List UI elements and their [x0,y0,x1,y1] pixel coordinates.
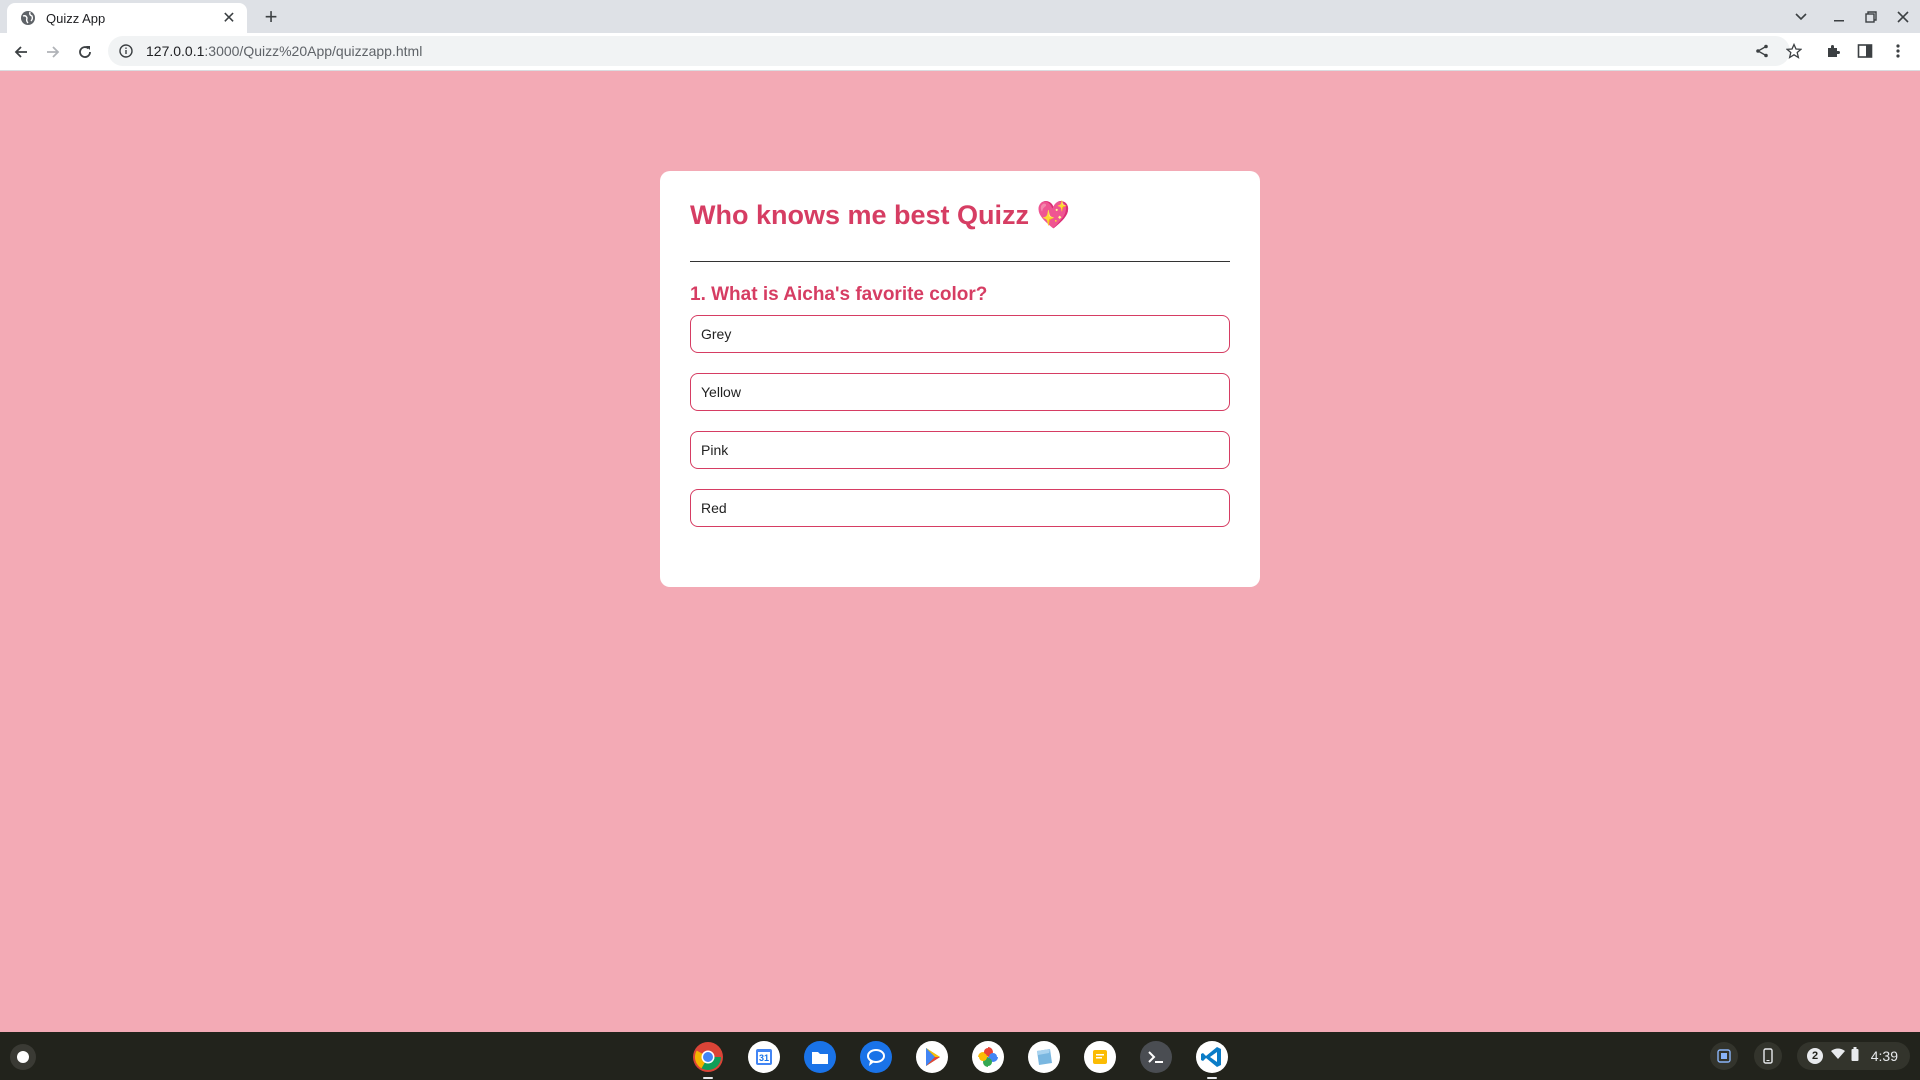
status-area[interactable]: 2 4:39 [1797,1042,1910,1070]
answer-option[interactable]: Pink [690,431,1230,469]
launcher-icon [17,1051,29,1063]
address-bar[interactable]: 127.0.0.1:3000/Quizz%20App/quizzapp.html [108,36,1790,66]
forward-icon[interactable] [41,40,65,64]
extensions-icon[interactable] [1821,39,1845,63]
tab-close-icon[interactable]: ✕ [219,8,239,28]
messages-icon[interactable] [859,1040,893,1074]
url-host: 127.0.0.1 [146,43,205,59]
screen-capture-icon[interactable] [1710,1042,1738,1070]
chrome-icon[interactable] [691,1040,725,1079]
calendar-day: 31 [758,1053,769,1063]
side-panel-icon[interactable] [1853,39,1877,63]
browser-toolbar: 127.0.0.1:3000/Quizz%20App/quizzapp.html [0,33,1920,71]
answer-label: Yellow [701,384,741,400]
wifi-icon [1831,1047,1845,1065]
new-tab-button[interactable]: + [258,4,284,30]
globe-icon [20,10,36,26]
tab-quizz-app[interactable]: Quizz App ✕ [7,3,247,33]
divider [690,261,1230,262]
site-info-icon[interactable] [118,43,134,59]
bookmark-star-icon[interactable] [1782,39,1806,63]
url-text: 127.0.0.1:3000/Quizz%20App/quizzapp.html [146,43,422,59]
tab-strip: Quizz App ✕ + [0,0,1920,33]
quiz-card: Who knows me best Quizz 💖 1. What is Aic… [660,171,1260,587]
url-path: :3000/Quizz%20App/quizzapp.html [204,43,423,59]
active-app-indicator [703,1077,713,1079]
answer-label: Red [701,500,727,516]
shelf: 31 2 4:39 [0,1032,1920,1080]
play-store-icon[interactable] [915,1040,949,1074]
answer-option[interactable]: Yellow [690,373,1230,411]
notification-badge: 2 [1807,1048,1823,1064]
active-app-indicator [1207,1077,1217,1079]
calendar-icon[interactable]: 31 [747,1040,781,1074]
answer-label: Pink [701,442,729,458]
back-icon[interactable] [9,40,33,64]
clock: 4:39 [1870,1048,1898,1064]
answer-label: Grey [701,326,732,342]
files-icon[interactable] [803,1040,837,1074]
phone-hub-icon[interactable] [1754,1042,1782,1070]
terminal-icon[interactable] [1139,1040,1173,1074]
restore-icon[interactable] [1860,6,1882,28]
vscode-icon[interactable] [1195,1040,1229,1079]
share-icon[interactable] [1750,39,1774,63]
photos-icon[interactable] [971,1040,1005,1074]
cube-app-icon[interactable] [1027,1040,1061,1074]
answer-option[interactable]: Grey [690,315,1230,353]
answer-option[interactable]: Red [690,489,1230,527]
tab-title: Quizz App [46,10,106,26]
page-content: Who knows me best Quizz 💖 1. What is Aic… [0,71,1920,1032]
menu-kebab-icon[interactable] [1886,39,1910,63]
keep-notes-icon[interactable] [1083,1040,1117,1074]
reload-icon[interactable] [73,40,97,64]
tab-search-icon[interactable] [1790,6,1812,28]
close-window-icon[interactable] [1892,6,1914,28]
minimize-icon[interactable] [1828,6,1850,28]
battery-icon [1851,1046,1859,1066]
quiz-title: Who knows me best Quizz 💖 [690,200,1071,230]
question-text: 1. What is Aicha's favorite color? [690,284,988,305]
launcher-button[interactable] [10,1044,36,1070]
